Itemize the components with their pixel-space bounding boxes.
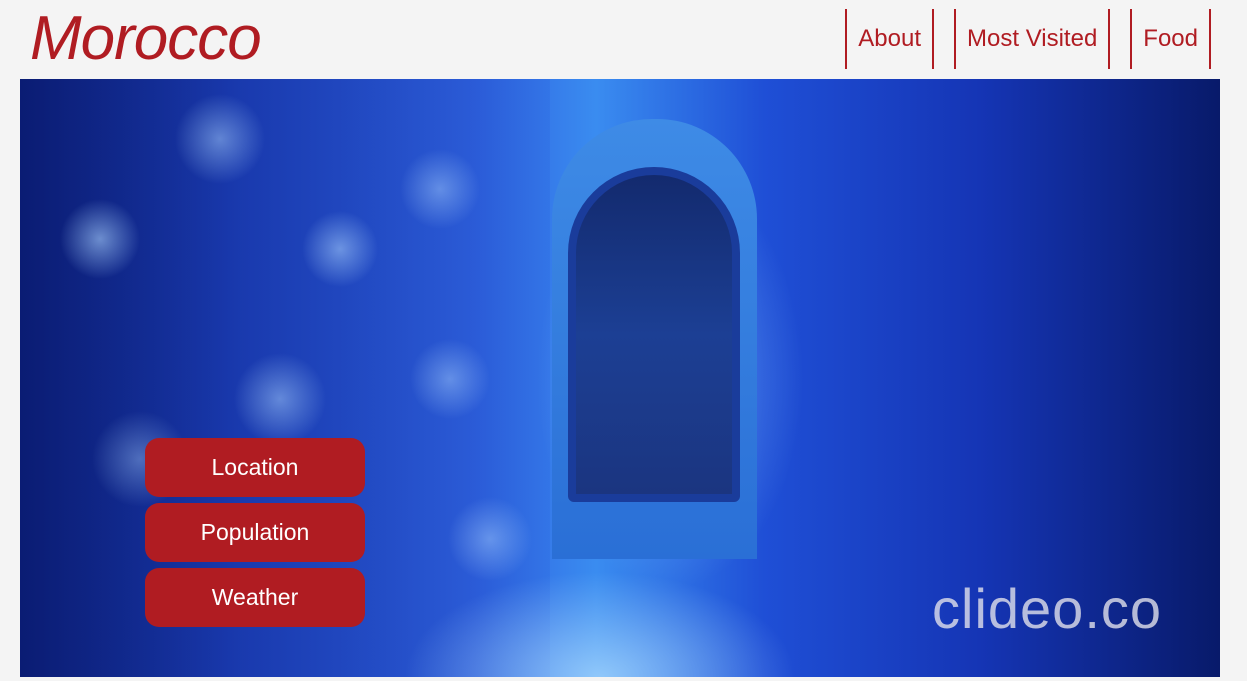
location-button[interactable]: Location [145, 438, 365, 497]
nav-food-link[interactable]: Food [1130, 9, 1211, 69]
page: Morocco About Most Visited Food clideo.c… [0, 0, 1247, 681]
weather-button[interactable]: Weather [145, 568, 365, 627]
nav-most-visited-link[interactable]: Most Visited [954, 9, 1111, 69]
main-nav: About Most Visited Food [845, 9, 1211, 69]
video-watermark: clideo.co [932, 577, 1163, 640]
site-title: Morocco [30, 4, 262, 73]
nav-about-link[interactable]: About [845, 9, 935, 69]
doorway [568, 167, 740, 502]
population-button[interactable]: Population [145, 503, 365, 562]
